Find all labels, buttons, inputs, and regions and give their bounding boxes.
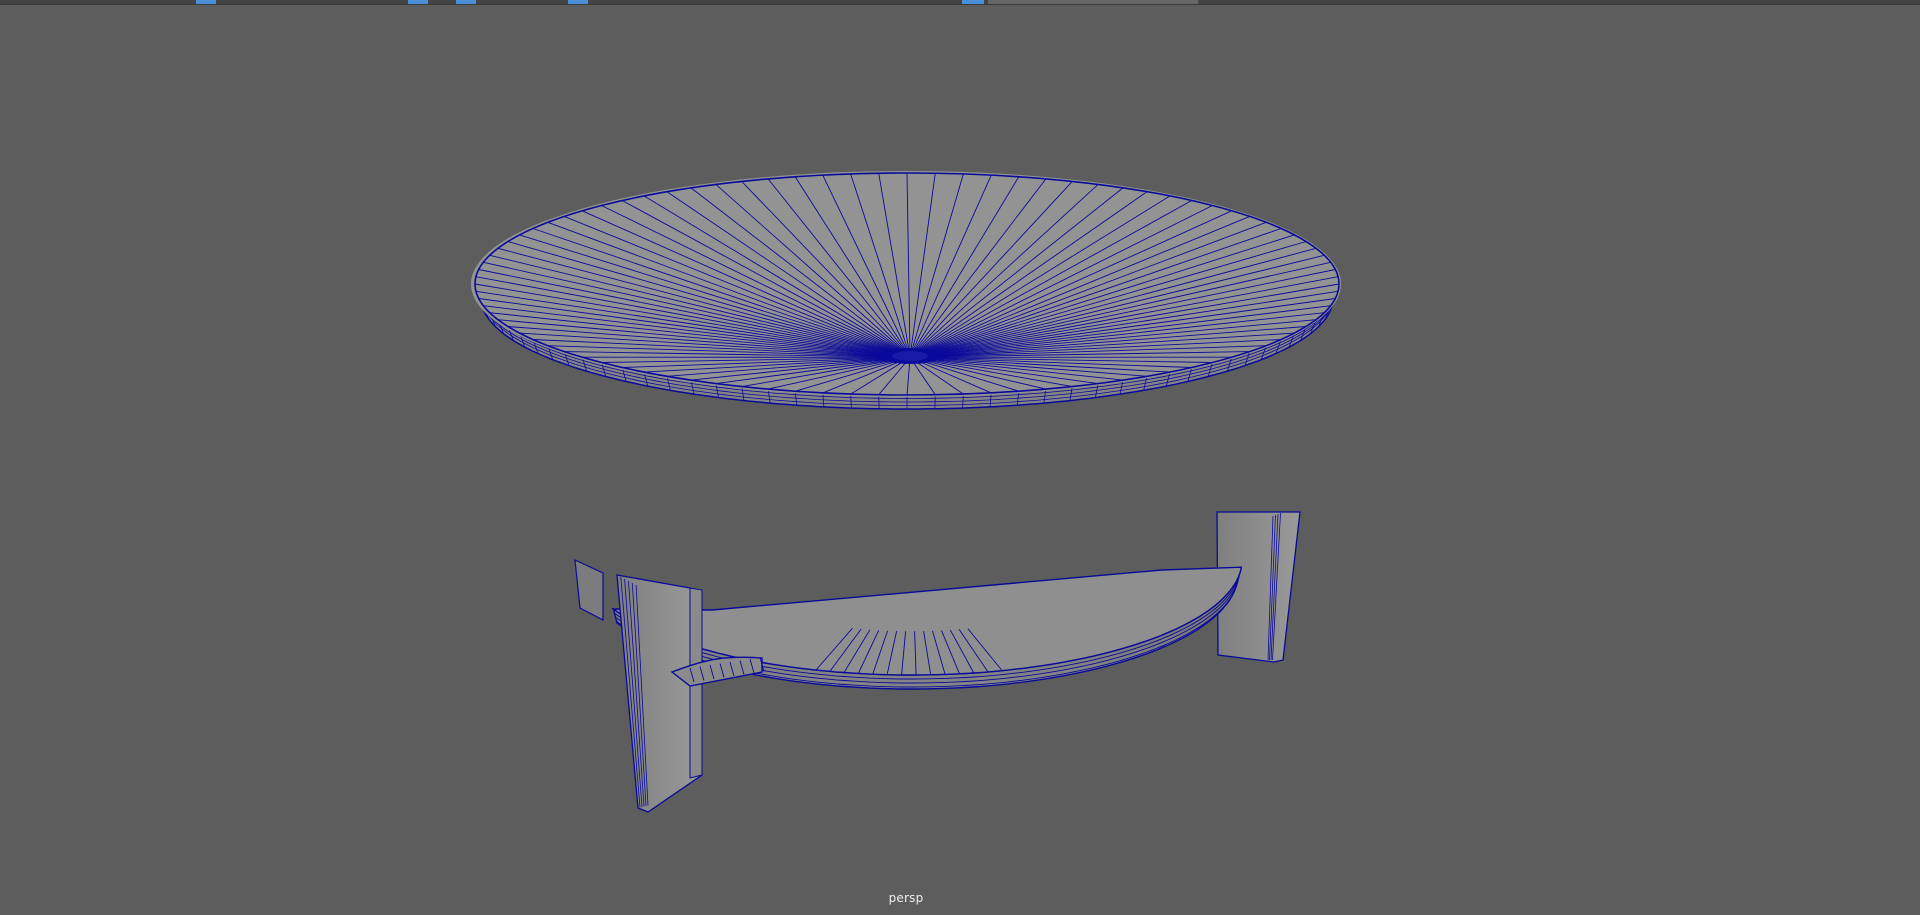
table-leg-front-left[interactable] bbox=[616, 574, 703, 813]
camera-name-label: persp bbox=[888, 891, 924, 905]
table-top-surface[interactable] bbox=[471, 171, 1341, 397]
3d-scene[interactable] bbox=[0, 0, 1920, 915]
maya-perspective-viewport[interactable]: persp bbox=[0, 0, 1920, 915]
table-leg-back-left[interactable] bbox=[574, 559, 604, 621]
